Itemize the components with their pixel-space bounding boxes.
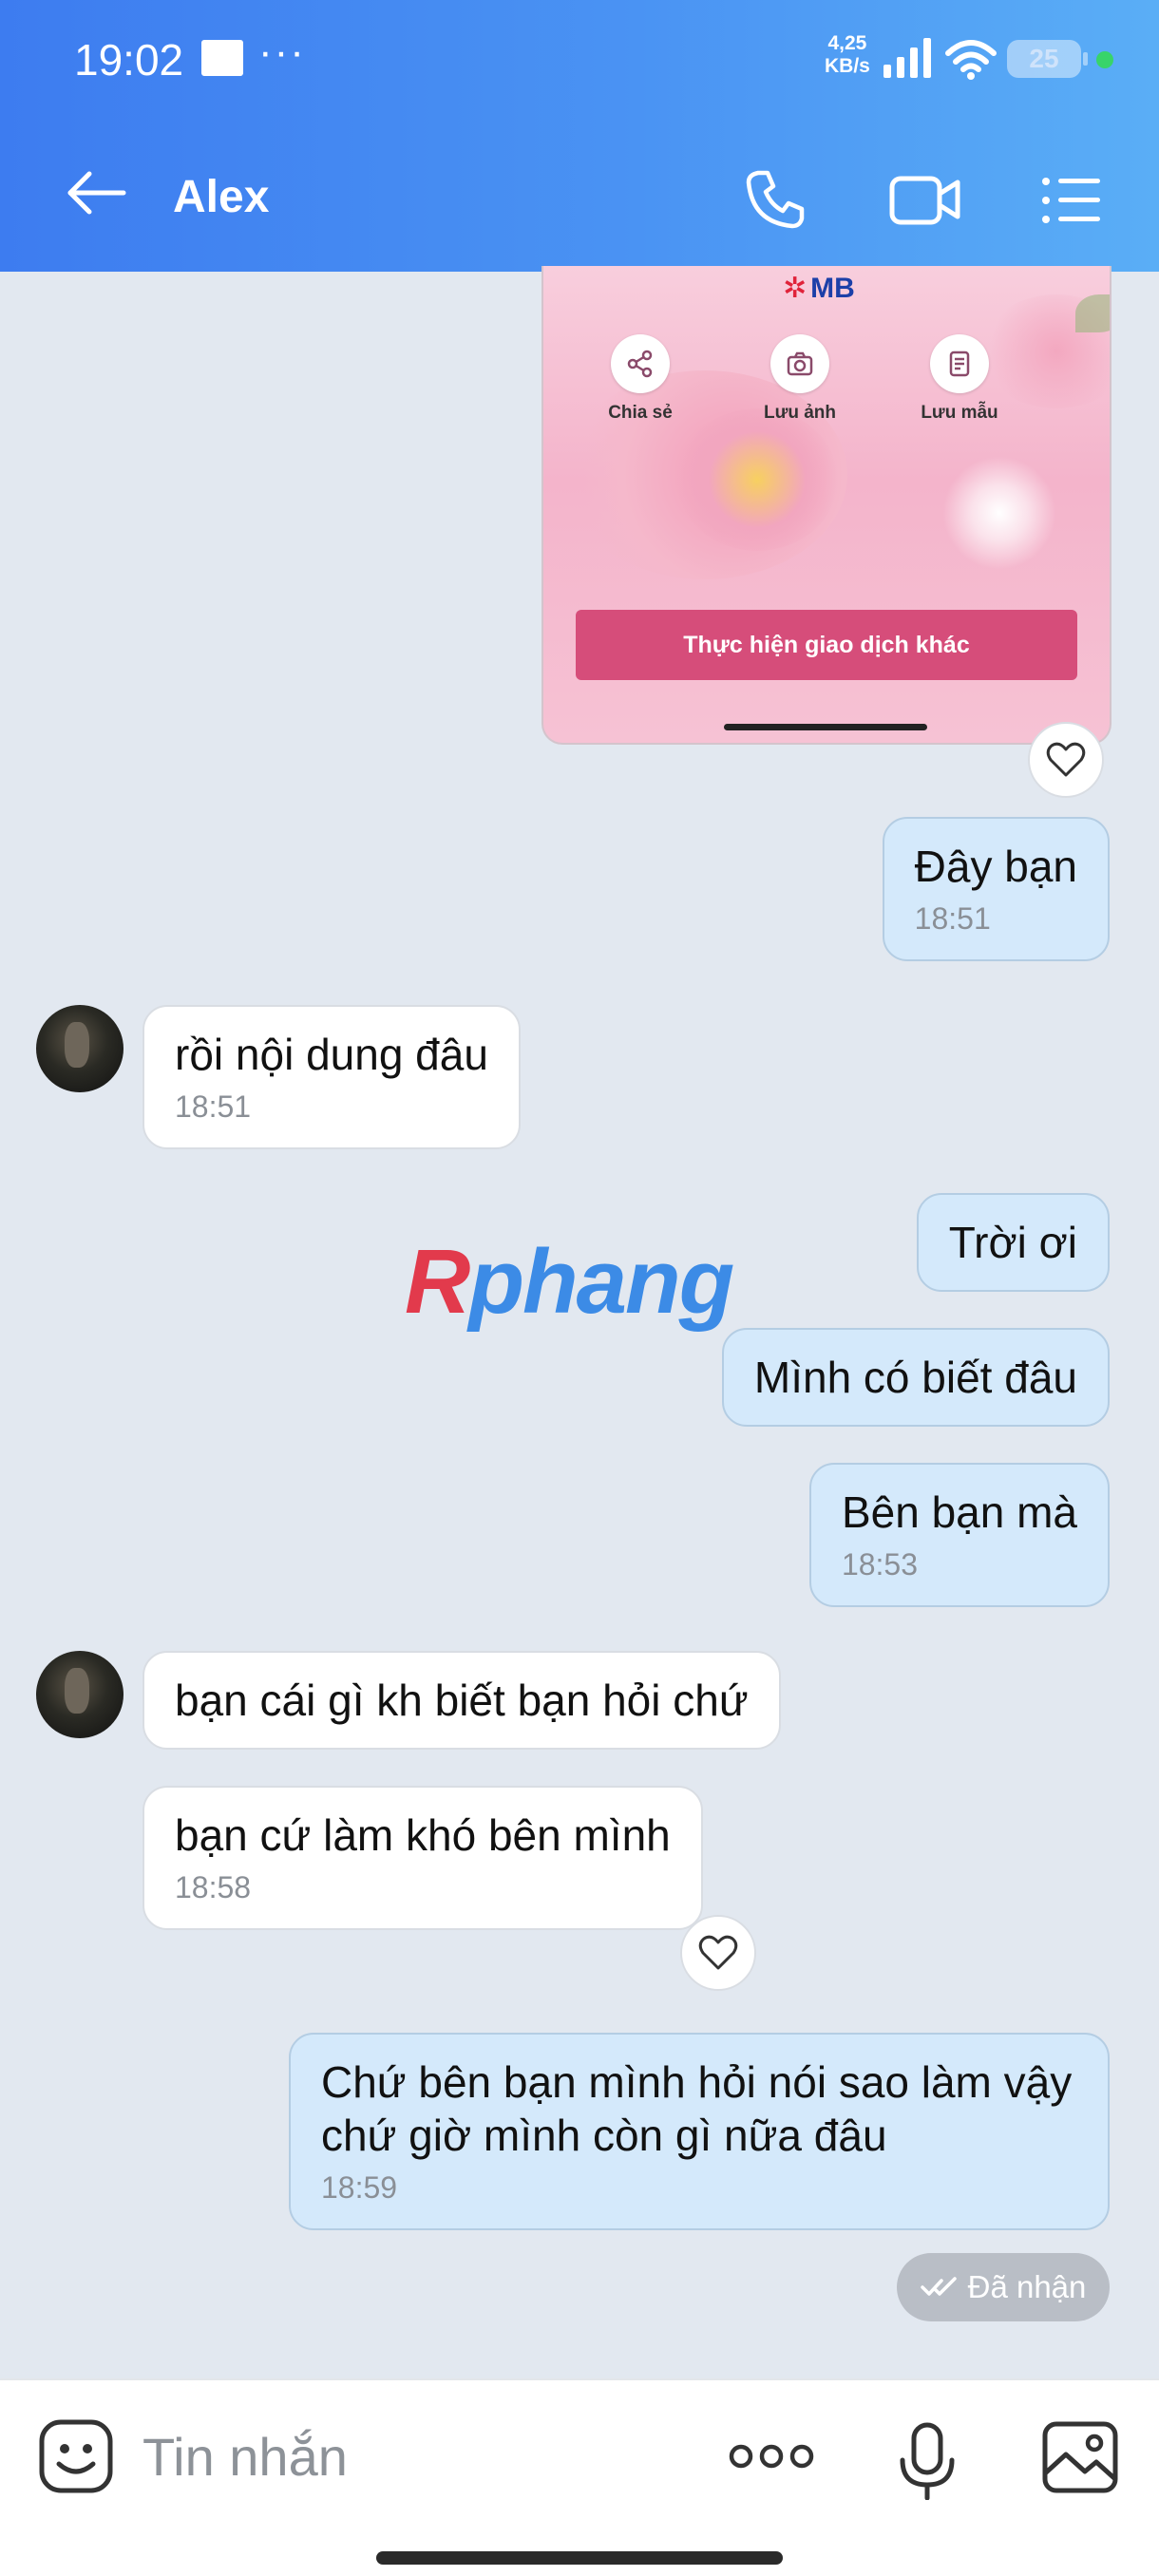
chat-title[interactable]: Alex — [173, 171, 269, 223]
other-transaction-button: Thực hiện giao dịch khác — [576, 610, 1077, 680]
flower-center-decoration — [676, 408, 838, 551]
gallery-icon[interactable] — [1041, 2420, 1119, 2494]
status-time: 19:02 — [74, 35, 184, 85]
message-input[interactable] — [142, 2422, 674, 2491]
contact-avatar[interactable] — [36, 1005, 124, 1092]
menu-list-icon[interactable] — [1041, 177, 1102, 224]
heart-react-button[interactable] — [1028, 722, 1104, 798]
heart-icon — [698, 1935, 738, 1970]
save-template-label: Lưu mẫu — [921, 403, 998, 423]
watermark-logo: Rphang — [405, 1231, 734, 1333]
double-check-icon — [920, 2277, 957, 2296]
message-text: bạn cứ làm khó bên mình — [175, 1810, 671, 1860]
camera-icon — [770, 334, 829, 393]
mb-bank-logo: ✲ MB — [783, 273, 855, 304]
document-icon — [930, 334, 989, 393]
wifi-icon — [945, 40, 997, 80]
message-bubble-sent[interactable]: Bên bạn mà 18:53 — [808, 1463, 1110, 1607]
message-time: 18:53 — [841, 1547, 919, 1582]
system-gesture-bar[interactable] — [376, 2551, 783, 2565]
message-time: 18:59 — [321, 2170, 398, 2205]
sticker-icon[interactable] — [38, 2418, 114, 2494]
message-time: 18:51 — [914, 901, 991, 936]
phone-icon[interactable] — [745, 169, 806, 230]
heart-react-button[interactable] — [680, 1915, 756, 1991]
chat-header: 19:02 ··· 4,25 KB/s 25 Alex — [0, 0, 1159, 272]
message-text: Mình có biết đâu — [753, 1353, 1077, 1402]
battery-indicator: 25 — [1007, 40, 1088, 78]
message-text: bạn cái gì kh biết bạn hỏi chứ — [175, 1676, 749, 1725]
message-time: 18:51 — [175, 1089, 252, 1124]
message-time: 18:58 — [175, 1870, 252, 1904]
message-bubble-sent[interactable]: Chứ bên bạn mình hỏi nói sao làm vậy chứ… — [289, 2033, 1110, 2230]
message-text: Đây bạn — [914, 842, 1077, 891]
save-image-action: Lưu ảnh — [733, 334, 866, 424]
screenshot-home-bar — [724, 724, 927, 730]
shared-image-message[interactable]: ✲ MB Chia sẻ Lưu ảnh Lưu mẫu Thực hiện gi… — [542, 266, 1112, 745]
more-options-icon[interactable] — [728, 2439, 815, 2473]
butterfly-decoration — [942, 456, 1056, 570]
network-speed-unit: KB/s — [825, 55, 870, 77]
message-bubble-received[interactable]: bạn cứ làm khó bên mình 18:58 — [142, 1786, 703, 1930]
microphone-icon[interactable] — [899, 2422, 956, 2500]
message-text: Bên bạn mà — [841, 1487, 1077, 1537]
message-bubble-received[interactable]: bạn cái gì kh biết bạn hỏi chứ — [142, 1651, 781, 1750]
video-camera-icon[interactable] — [889, 171, 961, 228]
message-text: Chứ bên bạn mình hỏi nói sao làm vậy chứ… — [321, 2057, 1073, 2160]
network-speed-value: 4,25 — [827, 32, 867, 54]
delivery-status-text: Đã nhận — [967, 2269, 1087, 2304]
save-image-label: Lưu ảnh — [763, 403, 837, 423]
heart-icon — [1046, 742, 1086, 777]
network-speed: 4,25 KB/s — [825, 32, 870, 78]
delivery-status-badge: Đã nhận — [897, 2253, 1110, 2321]
message-text: rồi nội dung đâu — [175, 1030, 488, 1079]
signal-icon — [884, 38, 931, 78]
notification-square-icon — [201, 40, 243, 76]
share-icon — [611, 334, 670, 393]
message-bubble-sent[interactable]: Mình có biết đâu — [721, 1328, 1110, 1427]
charging-dot-icon — [1096, 51, 1113, 68]
message-bubble-sent[interactable]: Đây bạn 18:51 — [882, 817, 1110, 961]
message-bubble-received[interactable]: rồi nội dung đâu 18:51 — [142, 1005, 521, 1149]
save-template-action: Lưu mẫu — [893, 334, 1026, 424]
share-action: Chia sẻ — [574, 334, 707, 424]
message-text: Trời ơi — [948, 1218, 1077, 1267]
back-arrow-icon[interactable] — [66, 171, 127, 215]
message-input-bar — [0, 2378, 1159, 2576]
status-more-dots: ··· — [258, 28, 306, 75]
leaf-decoration — [1075, 294, 1110, 332]
message-bubble-sent[interactable]: Trời ơi — [916, 1193, 1110, 1292]
contact-avatar[interactable] — [36, 1651, 124, 1738]
share-label: Chia sẻ — [608, 403, 673, 423]
